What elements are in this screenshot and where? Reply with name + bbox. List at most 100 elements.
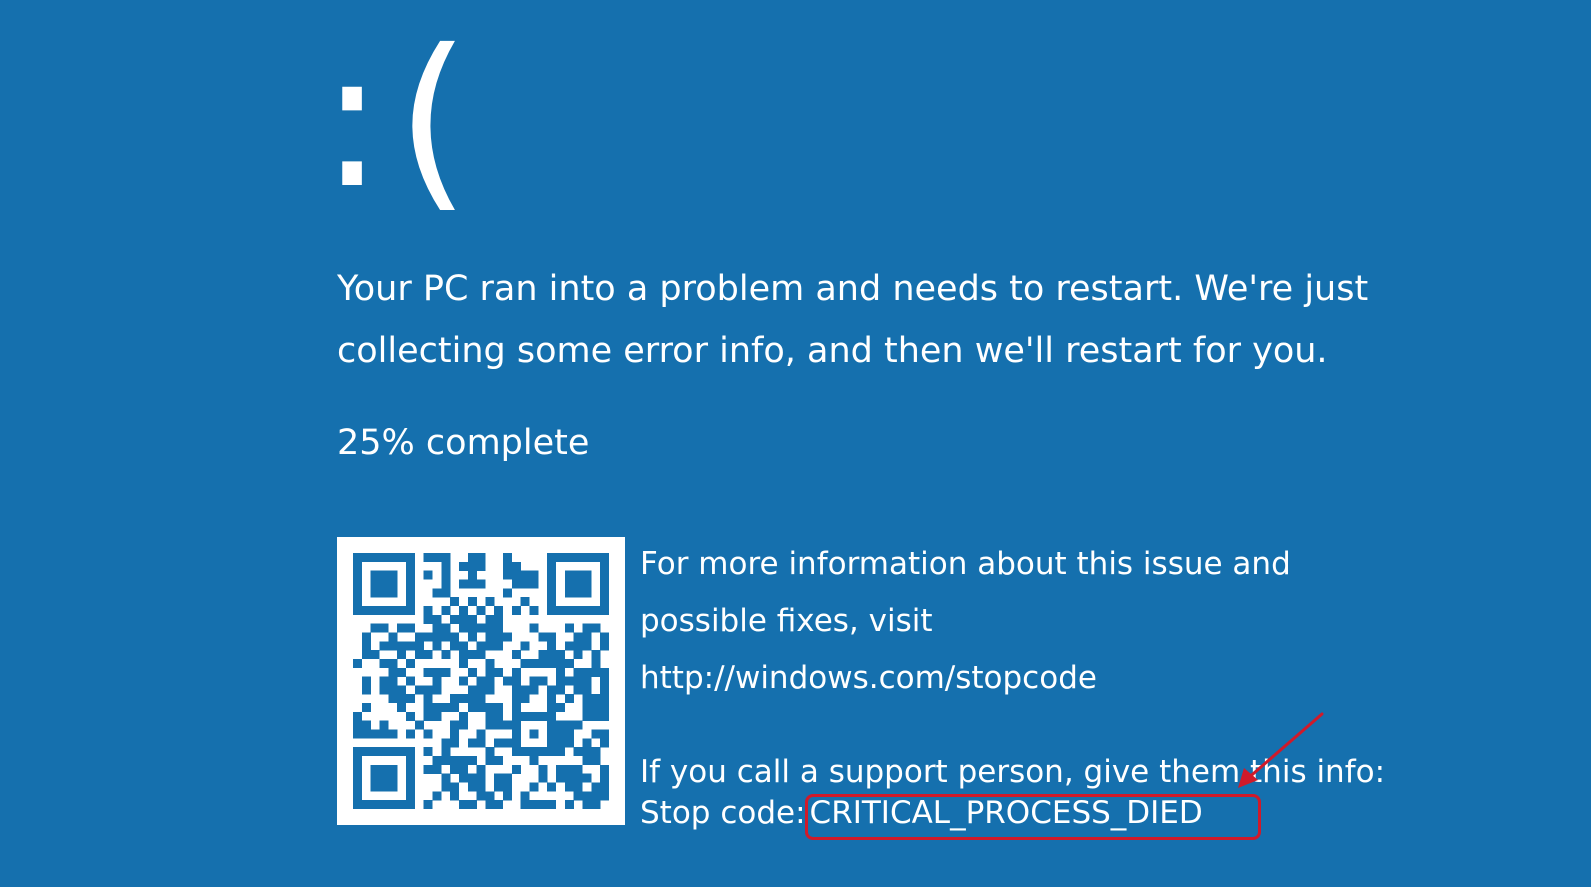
qr-module <box>397 667 407 677</box>
qr-module <box>547 641 557 651</box>
qr-module <box>529 729 539 739</box>
qr-module <box>405 588 415 598</box>
qr-module <box>353 729 363 739</box>
qr-module <box>353 756 363 766</box>
qr-module <box>379 579 389 589</box>
qr-module <box>467 553 477 563</box>
qr-module <box>414 685 424 695</box>
qr-module <box>600 553 609 563</box>
qr-module <box>450 641 460 651</box>
qr-module <box>556 685 566 695</box>
qr-module <box>458 650 468 660</box>
qr-module <box>494 800 504 809</box>
qr-module <box>405 791 415 801</box>
qr-module <box>511 747 521 757</box>
qr-module <box>494 623 504 633</box>
qr-module <box>467 782 477 792</box>
qr-module <box>582 579 592 589</box>
qr-module <box>591 782 601 792</box>
qr-module <box>564 553 574 563</box>
qr-module <box>600 605 609 615</box>
qr-module <box>591 800 601 809</box>
qr-module <box>370 650 380 660</box>
qr-module <box>582 800 592 809</box>
qr-module <box>405 773 415 783</box>
qr-module <box>370 747 380 757</box>
qr-module <box>405 711 415 721</box>
qr-module <box>405 658 415 668</box>
qr-module <box>379 685 389 695</box>
qr-module <box>405 782 415 792</box>
stopcode-link[interactable]: http://windows.com/stopcode <box>640 660 1097 696</box>
qr-module <box>458 764 468 774</box>
qr-module <box>556 747 566 757</box>
qr-module <box>564 605 574 615</box>
qr-module <box>432 641 442 651</box>
qr-module <box>458 561 468 571</box>
qr-module <box>467 773 477 783</box>
qr-module <box>538 764 548 774</box>
qr-module <box>432 676 442 686</box>
qr-module <box>414 650 424 660</box>
qr-module <box>388 676 398 686</box>
qr-module <box>547 800 557 809</box>
qr-module <box>441 553 451 563</box>
qr-module <box>405 729 415 739</box>
qr-module <box>582 588 592 598</box>
qr-module <box>573 676 583 686</box>
qr-module <box>458 756 468 766</box>
qr-module <box>494 738 504 748</box>
qr-module <box>423 800 433 809</box>
qr-module <box>573 570 583 580</box>
support-instruction: If you call a support person, give them … <box>640 754 1386 790</box>
qr-module <box>423 667 433 677</box>
qr-module <box>547 605 557 615</box>
qr-module <box>573 773 583 783</box>
sad-face-emoticon: :( <box>320 9 483 230</box>
qr-module <box>423 650 433 660</box>
qr-module <box>520 579 530 589</box>
qr-module <box>388 764 398 774</box>
qr-module <box>432 756 442 766</box>
qr-module <box>494 703 504 713</box>
qr-module <box>397 747 407 757</box>
qr-module <box>485 791 495 801</box>
qr-module <box>485 623 495 633</box>
qr-module <box>458 623 468 633</box>
qr-module <box>573 782 583 792</box>
qr-module <box>361 729 371 739</box>
qr-module <box>538 658 548 668</box>
qr-module <box>476 738 486 748</box>
qr-module <box>494 773 504 783</box>
qr-module <box>432 703 442 713</box>
qr-module <box>476 782 486 792</box>
qr-module <box>476 676 486 686</box>
qr-module <box>529 711 539 721</box>
qr-module <box>379 605 389 615</box>
qr-module <box>476 623 486 633</box>
qr-module <box>582 791 592 801</box>
qr-module <box>503 720 513 730</box>
qr-module <box>547 694 557 704</box>
qr-module <box>405 641 415 651</box>
qr-module <box>467 694 477 704</box>
qr-module <box>353 782 363 792</box>
qr-module <box>485 667 495 677</box>
qr-module <box>582 703 592 713</box>
qr-module <box>388 570 398 580</box>
qr-module <box>564 782 574 792</box>
qr-module <box>397 553 407 563</box>
qr-module <box>361 676 371 686</box>
qr-module <box>494 614 504 624</box>
qr-module <box>573 588 583 598</box>
qr-module <box>503 588 513 598</box>
qr-module <box>423 553 433 563</box>
qr-module <box>388 553 398 563</box>
qr-module <box>591 667 601 677</box>
qr-module <box>511 764 521 774</box>
qr-module <box>573 747 583 757</box>
qr-module <box>511 570 521 580</box>
qr-module <box>511 579 521 589</box>
qr-module <box>582 623 592 633</box>
qr-module <box>520 694 530 704</box>
